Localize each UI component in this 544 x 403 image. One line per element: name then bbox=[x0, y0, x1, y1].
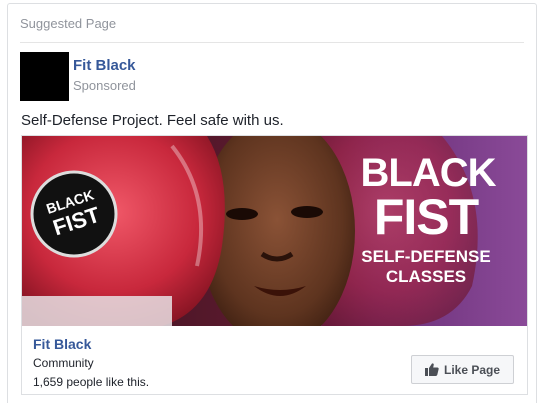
subline1: SELF-DEFENSE bbox=[361, 247, 490, 266]
suggested-page-card: Suggested Page Fit Black Sponsored Self-… bbox=[7, 3, 537, 403]
black-fist-badge: BLACK FIST bbox=[30, 170, 118, 258]
ad-image[interactable]: BLACK FIST BLACK FIST SELF-DEFENSE CLASS… bbox=[22, 136, 527, 326]
header-divider bbox=[20, 42, 524, 43]
ad-footer-page-name[interactable]: Fit Black bbox=[33, 336, 91, 352]
sponsored-label: Sponsored bbox=[73, 78, 136, 93]
glove-cuff bbox=[22, 296, 172, 326]
thumbs-up-icon bbox=[424, 363, 439, 376]
left-eye-shape bbox=[226, 208, 258, 220]
right-eye-shape bbox=[291, 206, 323, 218]
ad-footer-category: Community bbox=[33, 356, 94, 370]
subline2: CLASSES bbox=[386, 267, 466, 286]
ad-footer-likes-count: 1,659 people like this. bbox=[33, 375, 150, 389]
headline-line2: FIST bbox=[374, 189, 479, 245]
ad-attachment: BLACK FIST BLACK FIST SELF-DEFENSE CLASS… bbox=[21, 135, 528, 395]
page-name-link[interactable]: Fit Black bbox=[73, 57, 136, 74]
ad-headline: BLACK FIST SELF-DEFENSE CLASSES bbox=[361, 151, 498, 286]
like-page-label: Like Page bbox=[443, 362, 501, 377]
like-page-button[interactable]: Like Page bbox=[411, 355, 514, 384]
page-avatar[interactable] bbox=[20, 52, 69, 101]
post-text: Self-Defense Project. Feel safe with us. bbox=[21, 112, 284, 129]
card-header: Suggested Page bbox=[20, 16, 117, 31]
